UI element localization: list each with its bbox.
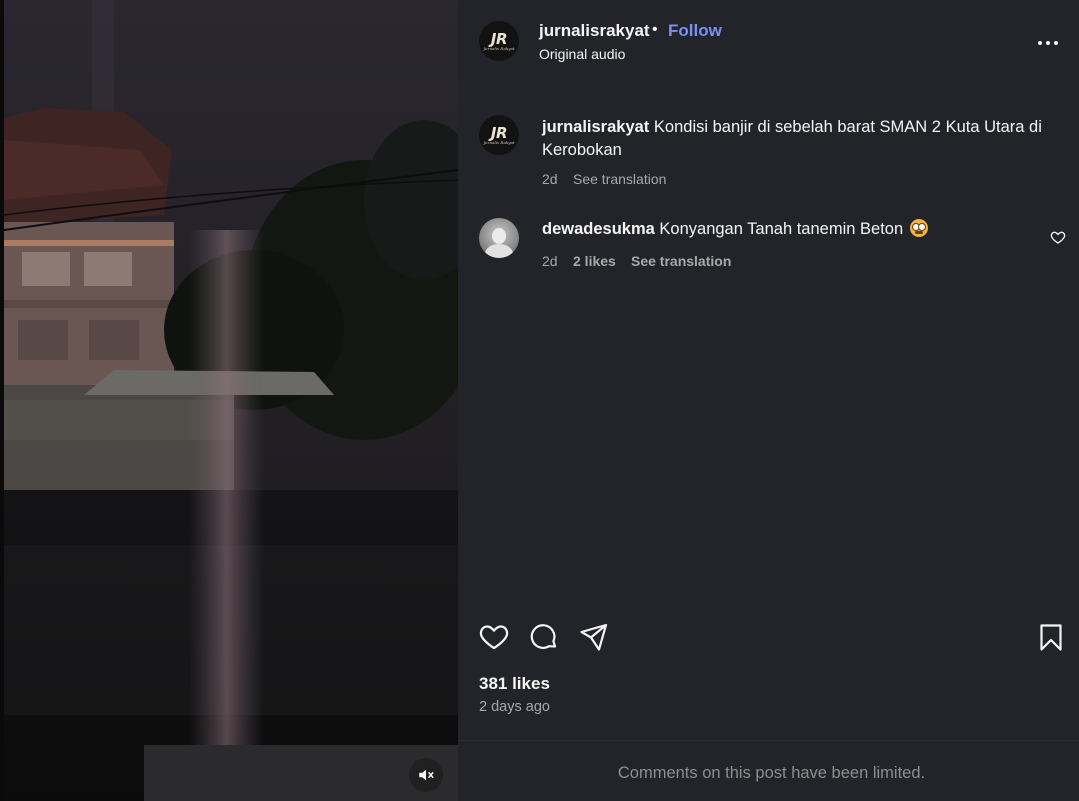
- audio-link[interactable]: Original audio: [539, 46, 625, 62]
- post-caption: jurnalisrakyat Kondisi banjir di sebelah…: [542, 116, 1072, 162]
- caption-time[interactable]: 2d: [542, 171, 558, 187]
- separator-dot: •: [652, 21, 658, 38]
- speaker-muted-icon: [419, 769, 434, 781]
- post-action-bar: [458, 617, 1079, 657]
- avatar-subtext: Jurnalis Rakyat: [483, 139, 515, 145]
- caption-author-avatar[interactable]: JR Jurnalis Rakyat: [479, 115, 519, 155]
- comment-likes[interactable]: 2 likes: [573, 253, 616, 269]
- comment-time[interactable]: 2d: [542, 253, 558, 269]
- heart-icon[interactable]: [478, 621, 510, 653]
- flushed-face-emoji: [909, 219, 928, 237]
- divider: [458, 740, 1079, 741]
- more-dot-icon: [1054, 41, 1058, 45]
- reel-video[interactable]: [0, 0, 458, 801]
- follow-button[interactable]: Follow: [668, 21, 722, 41]
- commenter-avatar[interactable]: [479, 218, 519, 258]
- comment-body: Konyangan Tanah tanemin Beton: [659, 220, 904, 238]
- more-dot-icon: [1046, 41, 1050, 45]
- comments-limited-notice: Comments on this post have been limited.: [617, 764, 926, 782]
- caption-see-translation[interactable]: See translation: [573, 171, 666, 187]
- more-options-button[interactable]: [1033, 33, 1063, 53]
- mute-toggle-button[interactable]: [409, 758, 443, 792]
- bookmark-icon[interactable]: [1035, 621, 1067, 653]
- avatar-initials: JR: [490, 123, 508, 142]
- post-header: JR Jurnalis Rakyat jurnalisrakyat • Foll…: [458, 0, 1079, 86]
- more-dot-icon: [1038, 41, 1042, 45]
- caption-username[interactable]: jurnalisrakyat: [542, 118, 649, 136]
- post-timestamp[interactable]: 2 days ago: [479, 699, 550, 715]
- comment-see-translation[interactable]: See translation: [631, 253, 731, 269]
- author-avatar[interactable]: JR Jurnalis Rakyat: [479, 21, 519, 61]
- comment-like-heart-icon[interactable]: [1050, 229, 1066, 245]
- avatar-subtext: Jurnalis Rakyat: [483, 45, 515, 51]
- author-username[interactable]: jurnalisrakyat: [539, 21, 650, 41]
- video-frame: [4, 0, 458, 801]
- post-details-panel: JR Jurnalis Rakyat jurnalisrakyat • Foll…: [458, 0, 1079, 801]
- avatar-initials: JR: [490, 29, 508, 48]
- comment: dewadesukma Konyangan Tanah tanemin Beto…: [542, 219, 928, 239]
- comment-icon[interactable]: [528, 621, 560, 653]
- send-icon[interactable]: [578, 621, 610, 653]
- likes-count[interactable]: 381 likes: [479, 674, 550, 694]
- comment-username[interactable]: dewadesukma: [542, 220, 655, 238]
